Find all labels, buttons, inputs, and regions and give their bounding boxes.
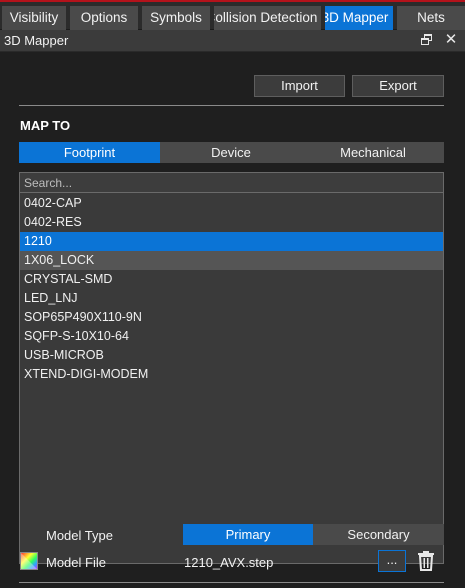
tab-3d-mapper[interactable]: 3D Mapper (325, 6, 393, 30)
model-type-secondary[interactable]: Secondary (313, 524, 444, 545)
tab-symbols[interactable]: Symbols (142, 6, 210, 30)
map-to-footprint[interactable]: Footprint (19, 142, 160, 163)
restore-icon[interactable] (420, 33, 434, 47)
model-file-label: Model File (46, 555, 106, 570)
tab-options[interactable]: Options (70, 6, 138, 30)
list-item-selected[interactable]: 1210 (20, 232, 443, 251)
list-item[interactable]: XTEND-DIGI-MODEM (20, 365, 443, 384)
close-icon[interactable]: ✕ (444, 32, 458, 47)
map-to-selector: Footprint Device Mechanical (19, 142, 444, 163)
map-to-device[interactable]: Device (160, 142, 302, 163)
divider (19, 105, 444, 106)
panel-header: 3D Mapper ✕ (0, 30, 465, 52)
map-to-label: MAP TO (20, 118, 71, 133)
search-input[interactable] (19, 172, 444, 193)
mapper-panel: Import Export MAP TO Footprint Device Me… (0, 52, 465, 588)
tab-bar: Visibility Options Symbols Collision Det… (0, 2, 465, 30)
list-item[interactable]: USB-MICROB (20, 346, 443, 365)
tab-visibility[interactable]: Visibility (2, 6, 66, 30)
model-file-value: 1210_AVX.step (184, 555, 274, 570)
list-item[interactable]: LED_LNJ (20, 289, 443, 308)
divider (19, 582, 444, 583)
trash-icon[interactable] (414, 549, 438, 573)
model-color-icon (20, 552, 38, 570)
model-type-label: Model Type (46, 528, 113, 543)
list-item[interactable]: CRYSTAL-SMD (20, 270, 443, 289)
panel-title: 3D Mapper (4, 33, 69, 48)
list-item[interactable]: SQFP-S-10X10-64 (20, 327, 443, 346)
list-item[interactable]: SOP65P490X110-9N (20, 308, 443, 327)
list-item[interactable]: 1X06_LOCK (20, 251, 443, 270)
map-to-mechanical[interactable]: Mechanical (302, 142, 444, 163)
tab-nets[interactable]: Nets (397, 6, 465, 30)
list-item[interactable]: 0402-RES (20, 213, 443, 232)
browse-button[interactable]: ... (378, 550, 406, 572)
model-type-selector: Primary Secondary (183, 524, 444, 545)
footprint-list: 0402-CAP 0402-RES 1210 1X06_LOCK CRYSTAL… (19, 193, 444, 564)
export-button[interactable]: Export (352, 75, 444, 97)
list-item[interactable]: 0402-CAP (20, 194, 443, 213)
tab-collision-detection[interactable]: Collision Detection (214, 6, 321, 30)
model-type-primary[interactable]: Primary (183, 524, 313, 545)
import-button[interactable]: Import (254, 75, 345, 97)
